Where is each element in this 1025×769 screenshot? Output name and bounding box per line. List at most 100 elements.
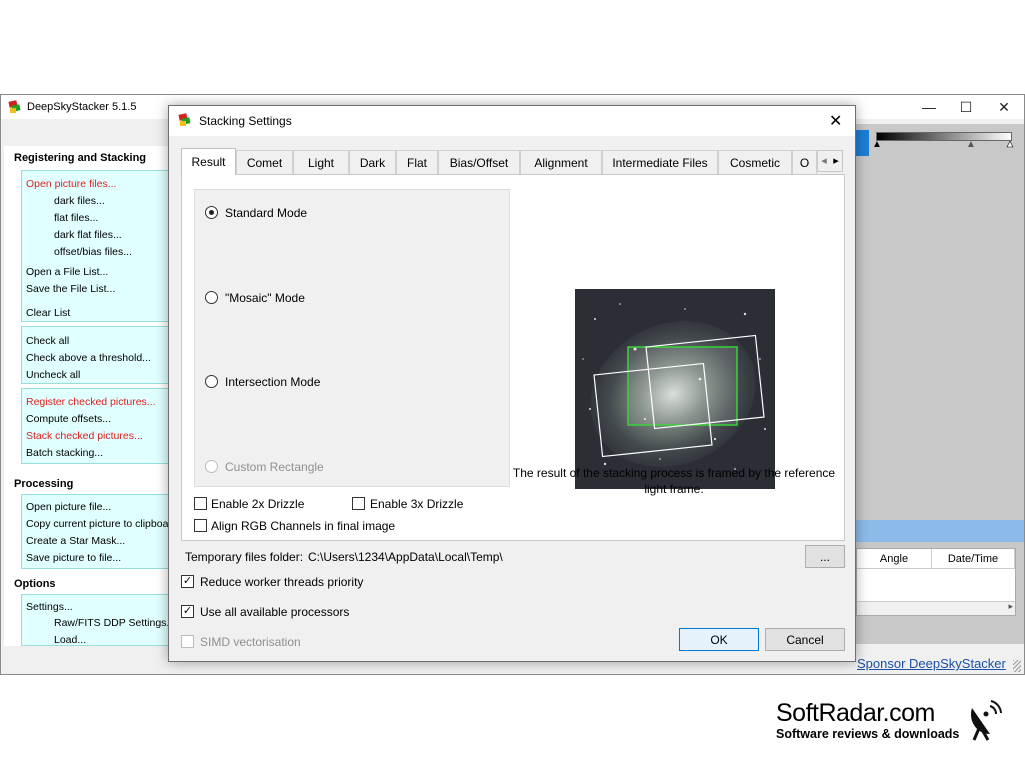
section-title-processing: Processing <box>14 478 74 490</box>
app-logo-icon <box>8 100 21 113</box>
clear-list-link[interactable]: Clear List <box>26 307 70 319</box>
dark-flat-files-link[interactable]: dark flat files... <box>54 229 122 241</box>
check-all-link[interactable]: Check all <box>26 335 69 347</box>
close-button[interactable]: ✕ <box>984 95 1024 119</box>
create-star-mask-link[interactable]: Create a Star Mask... <box>26 535 125 547</box>
open-picture-file-link[interactable]: Open picture file... <box>26 501 111 513</box>
standard-mode-label[interactable]: Standard Mode <box>225 206 307 220</box>
splitter-bar[interactable] <box>856 520 1024 542</box>
ok-button[interactable]: OK <box>679 628 759 651</box>
drizzle-3x-checkbox[interactable] <box>352 497 365 510</box>
mosaic-mode-radio[interactable] <box>205 291 218 304</box>
maximize-button[interactable]: ☐ <box>946 95 986 119</box>
dialog-logo-icon <box>178 113 191 126</box>
resize-grip-icon[interactable] <box>1013 660 1021 672</box>
watermark-tagline: Software reviews & downloads <box>776 727 960 741</box>
open-picture-files-link[interactable]: Open picture files... <box>26 178 116 190</box>
use-all-processors-checkbox[interactable]: ✓ <box>181 605 194 618</box>
tab-dark[interactable]: Dark <box>349 150 396 174</box>
section-title-registering: Registering and Stacking <box>14 152 147 164</box>
save-picture-link[interactable]: Save picture to file... <box>26 552 121 564</box>
tab-comet[interactable]: Comet <box>236 150 293 174</box>
raw-fits-settings-link[interactable]: Raw/FITS DDP Settings... <box>54 617 175 629</box>
intersection-mode-radio[interactable] <box>205 375 218 388</box>
result-description: The result of the stacking process is fr… <box>512 466 836 496</box>
check-threshold-link[interactable]: Check above a threshold... <box>26 352 151 364</box>
simd-checkbox[interactable] <box>181 635 194 648</box>
register-checked-link[interactable]: Register checked pictures... <box>26 396 156 408</box>
tab-scroll-left-icon[interactable]: ◂ <box>818 151 830 171</box>
custom-rectangle-radio[interactable] <box>205 460 218 473</box>
stacking-mode-group: Standard Mode "Mosaic" Mode Intersection… <box>194 189 510 487</box>
intersection-mode-label[interactable]: Intersection Mode <box>225 375 320 389</box>
tab-result[interactable]: Result <box>181 148 236 175</box>
tab-scroll-buttons: ◂ ▸ <box>817 150 843 172</box>
dialog-title: Stacking Settings <box>199 114 292 128</box>
satellite-dish-icon <box>970 700 1002 741</box>
tab-light[interactable]: Light <box>293 150 349 174</box>
stacking-preview-image <box>575 289 775 489</box>
batch-stacking-link[interactable]: Batch stacking... <box>26 447 103 459</box>
galaxy-frames-illustration <box>582 303 766 470</box>
tab-intermediate-files[interactable]: Intermediate Files <box>602 150 718 174</box>
flat-files-link[interactable]: flat files... <box>54 212 98 224</box>
temp-folder-label: Temporary files folder: <box>185 550 304 564</box>
open-file-list-link[interactable]: Open a File List... <box>26 266 108 278</box>
simd-label[interactable]: SIMD vectorisation <box>200 635 301 649</box>
standard-mode-radio[interactable] <box>205 206 218 219</box>
scroll-right-icon[interactable]: ▸ <box>1008 601 1013 612</box>
blue-indicator <box>856 130 869 156</box>
tab-cosmetic[interactable]: Cosmetic <box>718 150 792 174</box>
dialog-titlebar: Stacking Settings ✕ <box>169 106 855 136</box>
mid-point-slider-icon[interactable]: ▲ <box>966 139 976 150</box>
offset-bias-files-link[interactable]: offset/bias files... <box>54 246 132 258</box>
grid-header-datetime[interactable]: Date/Time <box>932 549 1015 569</box>
softradar-watermark: SoftRadar.com Software reviews & downloa… <box>776 699 1002 742</box>
tab-alignment[interactable]: Alignment <box>520 150 602 174</box>
white-point-slider-icon[interactable]: ▲ <box>1005 139 1016 151</box>
drizzle-2x-checkbox[interactable] <box>194 497 207 510</box>
dialog-close-button[interactable]: ✕ <box>829 111 842 131</box>
horizontal-scrollbar[interactable]: ▸ <box>857 601 1015 615</box>
tab-overflow[interactable]: O <box>792 150 817 174</box>
browse-temp-folder-button[interactable]: ... <box>805 545 845 568</box>
load-link[interactable]: Load... <box>54 634 86 646</box>
sponsor-link[interactable]: Sponsor DeepSkyStacker <box>857 656 1006 671</box>
watermark-brand: SoftRadar.com <box>776 699 935 727</box>
reduce-threads-checkbox[interactable]: ✓ <box>181 575 194 588</box>
custom-rectangle-label[interactable]: Custom Rectangle <box>225 460 324 474</box>
check-group: Check all Check above a threshold... Unc… <box>21 326 171 384</box>
cancel-button[interactable]: Cancel <box>765 628 845 651</box>
tab-bias-offset[interactable]: Bias/Offset <box>438 150 520 174</box>
stacking-settings-dialog: Stacking Settings ✕ Result Comet Light D… <box>168 105 856 662</box>
result-tab-panel: Standard Mode "Mosaic" Mode Intersection… <box>181 174 845 541</box>
compute-offsets-link[interactable]: Compute offsets... <box>26 413 111 425</box>
stack-checked-link[interactable]: Stack checked pictures... <box>26 430 143 442</box>
drizzle-2x-label[interactable]: Enable 2x Drizzle <box>211 497 304 511</box>
main-window-title: DeepSkyStacker 5.1.5 <box>27 101 137 113</box>
stacking-group: Register checked pictures... Compute off… <box>21 388 171 464</box>
dark-files-link[interactable]: dark files... <box>54 195 105 207</box>
save-file-list-link[interactable]: Save the File List... <box>26 283 115 295</box>
settings-link[interactable]: Settings... <box>26 601 73 613</box>
levels-gradient-bar[interactable] <box>876 132 1012 141</box>
tab-flat[interactable]: Flat <box>396 150 438 174</box>
uncheck-all-link[interactable]: Uncheck all <box>26 369 80 381</box>
registering-group: Open picture files... dark files... flat… <box>21 170 171 322</box>
temp-folder-path: C:\Users\1234\AppData\Local\Temp\ <box>308 550 503 564</box>
reduce-threads-label[interactable]: Reduce worker threads priority <box>200 575 363 589</box>
align-rgb-checkbox[interactable] <box>194 519 207 532</box>
minimize-button[interactable]: — <box>909 95 949 119</box>
processing-group: Open picture file... Copy current pictur… <box>21 494 178 569</box>
mosaic-mode-label[interactable]: "Mosaic" Mode <box>225 291 305 305</box>
options-group: Settings... Raw/FITS DDP Settings... Loa… <box>21 594 175 646</box>
align-rgb-label[interactable]: Align RGB Channels in final image <box>211 519 395 533</box>
tab-scroll-right-icon[interactable]: ▸ <box>830 151 842 171</box>
black-point-slider-icon[interactable]: ▲ <box>872 139 882 150</box>
tab-bar: Result Comet Light Dark Flat Bias/Offset… <box>181 148 845 175</box>
grid-header-angle[interactable]: Angle <box>857 549 932 569</box>
use-all-processors-label[interactable]: Use all available processors <box>200 605 349 619</box>
copy-to-clipboard-link[interactable]: Copy current picture to clipboard <box>26 518 178 530</box>
drizzle-3x-label[interactable]: Enable 3x Drizzle <box>370 497 463 511</box>
file-list-grid[interactable]: Angle Date/Time ▸ <box>856 548 1016 616</box>
